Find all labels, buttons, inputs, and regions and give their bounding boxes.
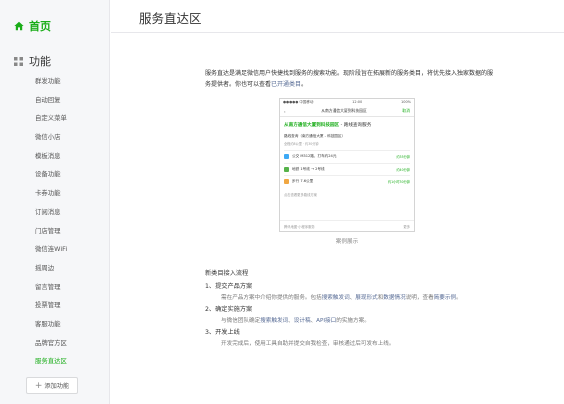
phone-footer-left: 腾讯地图·小程序服务 bbox=[284, 224, 315, 229]
sidebar-item[interactable]: 客服功能 bbox=[0, 315, 110, 334]
phone-search-bar: ‹ 从南方通信大厦到科技园区 取消 bbox=[280, 106, 414, 117]
sidebar-item[interactable]: 订阅消息 bbox=[0, 203, 110, 222]
route-text: 公交 M312路，打车约24元 bbox=[292, 154, 337, 159]
route-row: 步行 7.6公里 约1小时30分钟 bbox=[284, 175, 410, 188]
section-label: 功能 bbox=[29, 55, 51, 68]
sidebar-item[interactable]: 留言管理 bbox=[0, 278, 110, 297]
step-title: 2、确定实施方案 bbox=[205, 306, 253, 313]
step-text: 的实施方案。 bbox=[336, 318, 370, 324]
plus-icon: + bbox=[34, 380, 43, 391]
sidebar-item[interactable]: 服务直达区 bbox=[0, 352, 110, 371]
intro-text: 服务直达是满足微信用户快捷找到服务的搜索功能。现阶段旨在拓展新的服务类目，将优先… bbox=[205, 70, 494, 88]
step-link[interactable]: 设计稿 bbox=[294, 318, 311, 324]
sidebar-item[interactable]: 模板消息 bbox=[0, 147, 110, 166]
route-row: 公交 M312路，打车约24元 约35分钟 bbox=[284, 150, 410, 163]
route-mode-icon bbox=[284, 154, 289, 160]
sidebar-item[interactable]: 设备功能 bbox=[0, 165, 110, 184]
phone-cancel: 取消 bbox=[402, 108, 410, 113]
step-text: 。 bbox=[456, 295, 462, 301]
status-time: 12:00 bbox=[352, 100, 363, 104]
home-icon bbox=[14, 21, 24, 31]
add-function-label: 添加功能 bbox=[44, 383, 70, 390]
sidebar-item[interactable]: 自动回复 bbox=[0, 91, 110, 110]
grid-icon bbox=[14, 56, 23, 66]
route-duration: 约1小时30分钟 bbox=[387, 180, 410, 185]
phone-footer: 腾讯地图·小程序服务 更多 bbox=[280, 220, 414, 231]
step-text: 说明，查看 bbox=[405, 295, 434, 301]
step-description: 需在产品方案中介绍你提供的服务。包括搜索触发词、展现形式和数据情况说明，查看简要… bbox=[205, 292, 505, 304]
add-function-button[interactable]: + 添加功能 bbox=[26, 377, 78, 394]
opened-categories-link[interactable]: 已开通类目 bbox=[271, 81, 301, 88]
sidebar-item[interactable]: 微信连WiFi bbox=[0, 240, 110, 259]
sidebar-item[interactable]: 摇周边 bbox=[0, 259, 110, 278]
phone-route-info: 全程约8公里 · 约30分钟 bbox=[284, 142, 319, 146]
home-label: 首页 bbox=[29, 20, 51, 33]
route-label: 地铁 1号线 → 2号线 bbox=[284, 166, 325, 172]
route-mode-icon bbox=[284, 179, 289, 185]
page-title: 服务直达区 bbox=[139, 11, 202, 26]
case-caption: 案例展示 bbox=[335, 239, 359, 245]
step-link[interactable]: 展现形式 bbox=[355, 295, 377, 301]
sidebar-home[interactable]: 首页 bbox=[14, 18, 51, 34]
route-text: 步行 7.6公里 bbox=[292, 179, 314, 184]
intro-paragraph: 服务直达是满足微信用户快捷找到服务的搜索功能。现阶段旨在拓展新的服务类目，将优先… bbox=[205, 68, 495, 90]
step-description: 与微信团队确定搜索触发词、设计稿、API接口的实施方案。 bbox=[205, 315, 505, 327]
step-link[interactable]: 搜索触发词 bbox=[260, 318, 288, 324]
route-row: 地铁 1号线 → 2号线 约40分钟 bbox=[284, 162, 410, 176]
sidebar-section-functions: 功能 bbox=[14, 53, 51, 69]
step-link[interactable]: 搜索触发词 bbox=[322, 295, 350, 301]
sidebar-item[interactable]: 投票管理 bbox=[0, 296, 110, 315]
sidebar-item[interactable]: 门店管理 bbox=[0, 222, 110, 241]
route-duration: 约40分钟 bbox=[396, 167, 410, 172]
step-title: 1、提交产品方案 bbox=[205, 283, 253, 290]
step-link[interactable]: 简要示例 bbox=[434, 295, 456, 301]
route-text: 地铁 1号线 → 2号线 bbox=[292, 166, 325, 171]
sidebar-item[interactable]: 品牌官方区 bbox=[0, 334, 110, 353]
step-text: 与微信团队确定 bbox=[221, 318, 261, 324]
sidebar-item[interactable]: 群发功能 bbox=[0, 72, 110, 91]
phone-route-title: 路线查询（南方通信大厦 - 科技园区） bbox=[284, 134, 346, 138]
route-duration: 约35分钟 bbox=[396, 155, 410, 160]
phone-card-title: 从南方通信大厦到科技园区 - 路线查询服务 bbox=[284, 122, 410, 128]
status-battery: 100% bbox=[400, 100, 411, 104]
sidebar-nav: 群发功能 自动回复 自定义菜单 微信小店 模板消息 设备功能 卡券功能 订阅消息 门店管理 微信连… bbox=[0, 72, 110, 371]
flow-title: 新类目接入流程 bbox=[205, 270, 249, 277]
phone-footer-right: 更多 bbox=[403, 224, 410, 229]
step-title: 3、开发上线 bbox=[205, 329, 240, 336]
back-icon: ‹ bbox=[284, 108, 286, 114]
intro-end: 。 bbox=[301, 81, 308, 88]
step-text: 需在产品方案中介绍你提供的服务。包括 bbox=[221, 295, 322, 301]
phone-more-routes: 点击查看更多路线方案 bbox=[284, 192, 317, 197]
flow-steps: 1、提交产品方案需在产品方案中介绍你提供的服务。包括搜索触发词、展现形式和数据情… bbox=[205, 281, 505, 350]
step-link[interactable]: API接口 bbox=[316, 318, 336, 324]
sidebar-item[interactable]: 卡券功能 bbox=[0, 184, 110, 203]
step-text: 开发完成后，使用工具自助并提交自我检查，审核通过后可发布上线。 bbox=[221, 341, 395, 347]
step-description: 开发完成后，使用工具自助并提交自我检查，审核通过后可发布上线。 bbox=[205, 338, 505, 350]
step-link[interactable]: 数据情况 bbox=[383, 295, 405, 301]
phone-status-bar: ●●●●● 中国移动 12:00 100% bbox=[280, 99, 414, 106]
sidebar: 首页 功能 群发功能 自动回复 自定义菜单 微信小店 模板消息 设备功能 卡券功能 订阅消息门… bbox=[0, 0, 110, 404]
sidebar-item[interactable]: 自定义菜单 bbox=[0, 109, 110, 128]
phone-search-query: 从南方通信大厦到科技园区 bbox=[321, 108, 367, 113]
card-title-green: 从南方通信大厦到科技园区 bbox=[284, 123, 340, 128]
card-title-rest: - 路线查询服务 bbox=[340, 123, 372, 128]
sidebar-item[interactable]: 微信小店 bbox=[0, 128, 110, 147]
phone-route-list: 公交 M312路，打车约24元 约35分钟地铁 1号线 → 2号线 约40分钟步行 … bbox=[280, 150, 414, 188]
route-label: 公交 M312路，打车约24元 bbox=[284, 154, 337, 160]
status-carrier: ●●●●● 中国移动 bbox=[283, 100, 314, 104]
case-screenshot: ●●●●● 中国移动 12:00 100% ‹ 从南方通信大厦到科技园区 取消 … bbox=[279, 98, 415, 232]
route-mode-icon bbox=[284, 166, 289, 172]
title-divider bbox=[111, 32, 564, 33]
route-label: 步行 7.6公里 bbox=[284, 179, 314, 185]
